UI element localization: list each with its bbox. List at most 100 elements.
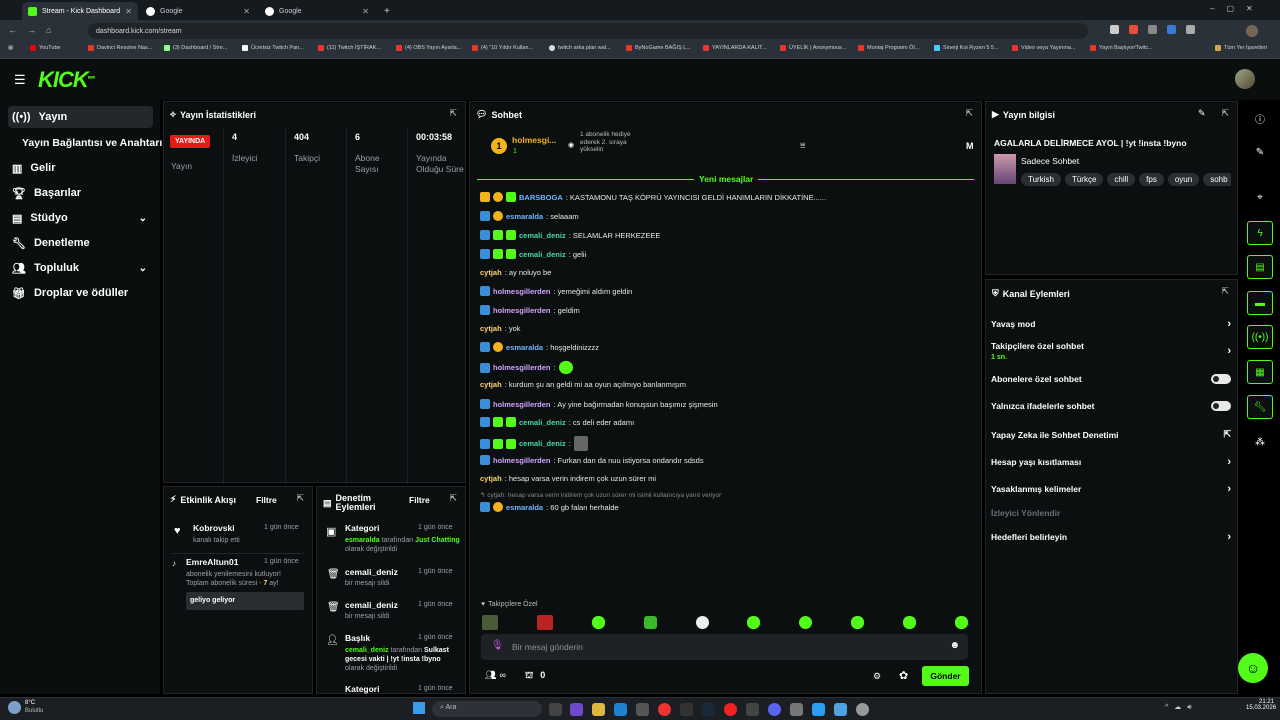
bookmark[interactable]: Yayın Başlıyor/Twitc... [1090, 45, 1153, 51]
rail-chat-icon[interactable]: ▬ [1247, 291, 1273, 315]
kick-logo[interactable]: KICKBETA [38, 67, 95, 93]
chat-message[interactable]: cytjah: kurdum şu an geldi mi aa oyun aç… [480, 380, 686, 389]
expand-icon[interactable]: ⇱ [296, 493, 304, 504]
pinned-user[interactable]: holmesgi... [512, 135, 556, 145]
chat-message[interactable]: cemali_deniz: cs deli eder adamı [480, 417, 634, 427]
store-button[interactable]: ⛫ 0 [525, 670, 545, 682]
chat-message[interactable]: BARSBOGA: KASTAMONU TAŞ KÖPRÜ YAYINCISI … [480, 192, 826, 202]
sidebar-item-gelir[interactable]: ▥ Gelir [8, 157, 153, 179]
chat-message[interactable]: esmaralda: hoşgeldinizzzz [480, 342, 599, 352]
stream-category[interactable]: Sadece Sohbet [1021, 156, 1079, 166]
bookmark[interactable]: ByNoGame BAĞIŞ L... [626, 45, 691, 51]
settings-gear-icon[interactable]: ⚙ [873, 671, 881, 682]
rail-info-icon[interactable]: ⓘ [1247, 106, 1273, 130]
clock[interactable]: 21:21 15.03.2026 [1246, 699, 1276, 711]
bookmark[interactable]: twitch arka plan wal... [549, 45, 611, 51]
chat-message[interactable]: holmesgillerden: yemeğimi aldım geldin [480, 286, 632, 296]
filter-button[interactable]: Filtre [409, 495, 430, 505]
rail-focus-icon[interactable]: ⌖ [1247, 185, 1273, 209]
browser-tab-kick[interactable]: Stream - Kick Dashboard ✕ [22, 2, 138, 20]
toggle-switch[interactable] [1211, 374, 1231, 384]
filter-button[interactable]: Filtre [256, 495, 277, 505]
rail-broadcast-icon[interactable]: ((•)) [1247, 325, 1273, 349]
sidebar-item-basarilar[interactable]: 🏆︎ Başarılar [8, 182, 153, 204]
extension-icons[interactable] [1110, 25, 1230, 34]
expand-icon[interactable]: ⇱ [449, 108, 457, 119]
subs-only-row[interactable]: Abonelere özel sohbet [991, 374, 1231, 384]
rail-flash-icon[interactable]: ϟ [1247, 221, 1273, 245]
sidebar-item-denetleme[interactable]: 🔧︎ Denetleme [8, 232, 153, 254]
emote-picker-icon[interactable]: ✿ [899, 669, 908, 682]
rail-wrench-icon[interactable]: 🔧︎ [1247, 395, 1273, 419]
chat-message[interactable]: holmesgillerden: Furkan dan da nuu istiy… [480, 455, 704, 465]
expand-icon[interactable]: ⇱ [1221, 286, 1229, 297]
toggle-switch[interactable] [1211, 401, 1231, 411]
bookmark[interactable]: Video veya Yayınına... [1012, 45, 1075, 51]
followers-only-row[interactable]: Takipçilere özel sohbet 1 sn. › [991, 341, 1231, 361]
bookmark[interactable]: (4) "10 Yıldır Kullan... [472, 45, 533, 51]
chat-input[interactable]: 🎙︎ Bir mesaj gönderin ☻ [481, 634, 968, 660]
search-box[interactable]: ⌕ Ara [432, 701, 542, 717]
rail-edit-icon[interactable]: ✎ [1247, 140, 1273, 164]
system-tray[interactable]: ^☁🔊︎ [1165, 703, 1198, 712]
sidebar-item-stream-key[interactable]: Yayın Bağlantısı ve Anahtarı [18, 132, 163, 154]
sidebar-item-droplar[interactable]: 🎁︎ Droplar ve ödüller [8, 282, 153, 304]
close-icon[interactable]: ✕ [243, 7, 250, 16]
rail-layout-icon[interactable]: ▦ [1247, 360, 1273, 384]
set-goals-row[interactable]: Hedefleri belirleyin › [991, 531, 1231, 543]
microphone-icon[interactable]: 🎙︎ [491, 640, 504, 651]
expand-icon[interactable]: ⇱ [1221, 108, 1229, 119]
chat-message[interactable]: cemali_deniz: [480, 436, 588, 451]
slow-mode-row[interactable]: Yavaş mod › [991, 318, 1231, 330]
bookmark[interactable]: Sinerji Koi Ryzen 5 5... [934, 45, 999, 51]
browser-tab-google-1[interactable]: Google ✕ [140, 2, 256, 20]
edit-icon[interactable]: ✎ [1198, 108, 1206, 119]
address-bar[interactable]: dashboard.kick.com/stream [88, 23, 1088, 39]
expand-icon[interactable]: ⇱ [449, 493, 457, 504]
users-button[interactable]: 👥︎ ∞ [485, 670, 506, 681]
all-bookmarks[interactable]: Tüm Yer İşaretleri [1215, 45, 1267, 51]
bookmark[interactable]: ÜYELİK | Anonymous... [780, 45, 846, 51]
chat-message[interactable]: esmaralda: 60 gb falan herhalde [480, 502, 619, 512]
collapse-icon[interactable]: ⩸ [800, 140, 805, 151]
windows-start-icon[interactable] [413, 702, 425, 714]
sidebar-item-yayin[interactable]: ((•)) Yayın [8, 106, 153, 128]
browser-tab-google-2[interactable]: Google ✕ [259, 2, 375, 20]
bookmark[interactable]: Ücretsiz Twitch Pan... [242, 45, 304, 51]
emoji-icon[interactable]: ☻ [949, 640, 960, 651]
user-avatar[interactable] [1235, 69, 1255, 89]
window-controls[interactable]: –▢✕ [1210, 4, 1265, 13]
close-icon[interactable]: ✕ [125, 7, 132, 16]
expand-icon[interactable]: ⇱ [965, 108, 973, 119]
bookmark[interactable]: YouTube [30, 45, 61, 51]
chat-message[interactable]: cemali_deniz: SELAMLAR HERKEZEEE [480, 230, 660, 240]
chat-message[interactable]: esmaralda: selaaam [480, 211, 579, 221]
rail-clipboard-icon[interactable]: ▤ [1247, 255, 1273, 279]
chat-message[interactable]: cytjah: ay noluyo be [480, 268, 551, 277]
apps-icon[interactable]: ▦ [8, 45, 13, 51]
support-button[interactable]: ☺ [1238, 653, 1268, 683]
bookmark[interactable]: YAYINLARDA KALIT... [703, 45, 767, 51]
chat-message[interactable]: holmesgillerden: Ay yine bağırmadan konu… [480, 399, 718, 409]
chat-message[interactable]: holmesgillerden: geldim [480, 305, 580, 315]
chat-message[interactable]: cemali_deniz: gelii [480, 249, 586, 259]
send-button[interactable]: Gönder [922, 666, 969, 686]
new-tab-button[interactable]: + [378, 2, 392, 20]
chat-message[interactable]: holmesgillerden: [480, 361, 573, 374]
bookmark[interactable]: (3) Dashboard / Stre... [164, 45, 227, 51]
hamburger-menu-icon[interactable]: ☰ [14, 72, 26, 88]
sidebar-item-studyo[interactable]: ▤ Stüdyo ⌄ [8, 207, 153, 229]
emote-bar[interactable] [480, 614, 970, 630]
chat-message[interactable]: cytjah: hesap varsa verin indirem çok uz… [480, 474, 656, 483]
close-icon[interactable]: ✕ [362, 7, 369, 16]
bookmark[interactable]: Davinci Resolve Nas... [88, 45, 152, 51]
sidebar-item-topluluk[interactable]: 👥︎ Topluluk ⌄ [8, 257, 153, 279]
emotes-only-row[interactable]: Yalnızca ifadelerle sohbet [991, 401, 1231, 411]
rail-community-icon[interactable]: ⁂ [1247, 430, 1273, 454]
chat-message[interactable]: cytjah: yok [480, 324, 521, 333]
bookmark[interactable]: Montaj Programı Öl... [858, 45, 919, 51]
account-age-row[interactable]: Hesap yaşı kısıtlaması › [991, 456, 1231, 468]
ai-moderation-row[interactable]: Yapay Zeka ile Sohbet Denetimi ⇱ [991, 429, 1231, 440]
bookmark[interactable]: (4) OBS Yayın Ayarla... [396, 45, 461, 51]
bookmark[interactable]: (11) Twitch İŞTİRAK... [318, 45, 381, 51]
